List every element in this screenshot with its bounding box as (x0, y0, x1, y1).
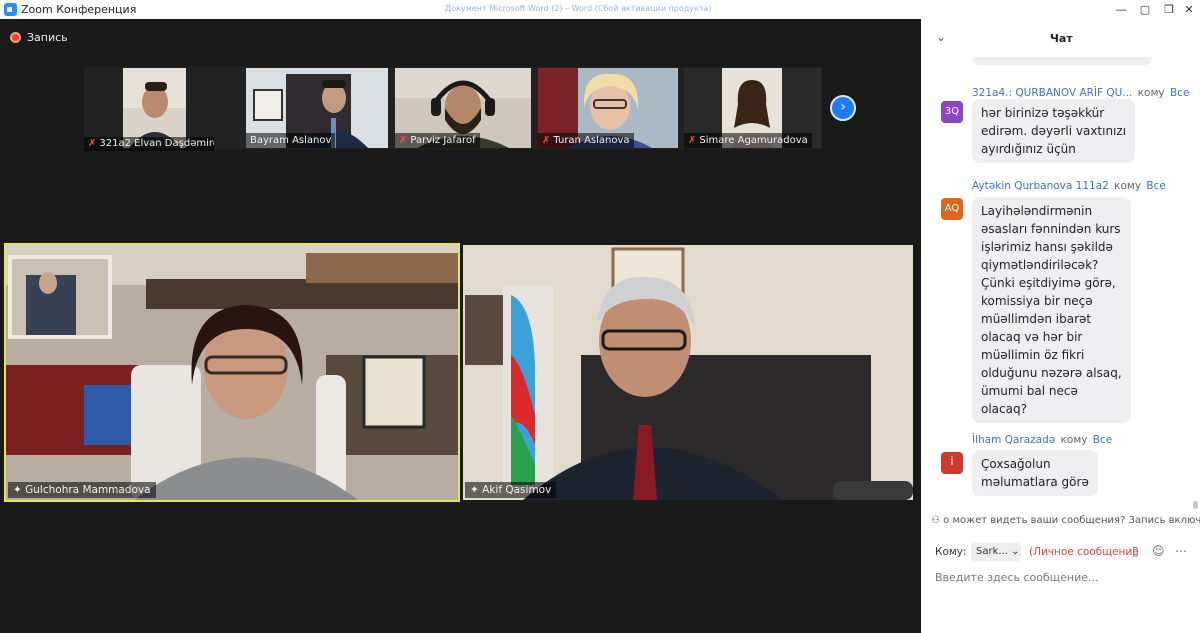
background-window-title: Документ Microsoft Word (2) – Word (Сбой… (445, 4, 712, 13)
private-message-label: (Личное сообщение (1029, 546, 1139, 558)
message-meta: 321a4.: QURBANOV ARİF QU... кому Все (972, 87, 1190, 99)
fullscreen-icon[interactable]: ▢ (1134, 0, 1156, 19)
more-options-icon[interactable]: ⋯ (1175, 544, 1187, 558)
thumbnail-name-tag: ✗ Parviz Jafarof (395, 133, 480, 148)
title-bar: Zoom Конференция Документ Microsoft Word… (0, 0, 1200, 19)
chat-bubble: Çoxsağolun məlumatlara görə (972, 450, 1098, 496)
next-page-button[interactable]: › (830, 95, 856, 121)
muted-mic-icon: ✗ (542, 135, 551, 146)
avatar: 3Q (941, 101, 963, 123)
chevron-down-icon[interactable]: ⌄ (936, 30, 946, 44)
emoji-icon[interactable]: ☺ (1152, 544, 1165, 558)
avatar: AQ (941, 198, 963, 220)
chat-message-input[interactable]: Введите здесь сообщение... (935, 571, 1099, 584)
participant-name-tag: ✦ Akif Qasimov (465, 482, 557, 498)
maximize-icon[interactable]: ❐ (1158, 0, 1180, 19)
recipient-name: Все (1092, 434, 1113, 446)
muted-mic-icon: ✗ (88, 138, 97, 149)
message-meta: İlham Qarazadə кому Все (972, 434, 1113, 446)
recipient-name: Все (1169, 87, 1190, 99)
muted-mic-icon: ✗ (399, 135, 408, 146)
zoom-app-icon (4, 3, 17, 16)
chat-bubble: hər birinizə təşəkkür edirəm. dəyərli va… (972, 99, 1136, 163)
participant-name-tag: ✦ Gulchohra Mammadova (8, 482, 156, 498)
sender-name: 321a4.: QURBANOV ARİF QU... (972, 87, 1133, 99)
chat-header: ⌄ Чат (921, 19, 1200, 57)
recipient-label: Кому: (935, 546, 967, 558)
participant-video (123, 68, 186, 148)
file-icon[interactable]: ▯ (1132, 544, 1139, 558)
recording-label: Запись (27, 31, 68, 44)
sender-name: Aytəkin Qurbanova 111a2 (972, 180, 1109, 192)
close-icon[interactable]: ✕ (1178, 0, 1200, 19)
thumbnail-name-tag: ✗ Simare Agamuradova (684, 133, 812, 148)
chat-bubble-partial (972, 57, 1152, 65)
thumbnail-name-tag: ✗ 321a2 Elvan Daşdəmirov (84, 137, 214, 151)
thumbnail-name-tag: ✗ Turan Aslanova (538, 133, 634, 148)
chat-title: Чат (1050, 32, 1073, 45)
video-thumbnail[interactable]: ✗ Turan Aslanova (538, 68, 678, 148)
pin-icon: ✦ (13, 484, 26, 496)
video-thumbnail[interactable]: Bayram Aslanov (246, 68, 388, 148)
recipient-name: Все (1146, 180, 1166, 192)
pin-icon: ✦ (470, 484, 483, 496)
recipient-dropdown[interactable]: Sark... ⌄ (971, 543, 1021, 561)
video-tile-active-speaker[interactable]: ✦ Gulchohra Mammadova (4, 243, 460, 502)
chat-panel: ⌄ Чат 321a4.: QURBANOV ARİF QU... кому В… (921, 19, 1200, 633)
video-thumbnail[interactable]: ✗ Parviz Jafarof (395, 68, 531, 148)
chat-scrollbar[interactable] (1193, 501, 1198, 509)
avatar: İ (941, 452, 963, 474)
chat-messages: 321a4.: QURBANOV ARİF QU... кому Все 3Q … (921, 57, 1200, 507)
message-meta: Aytəkin Qurbanova 111a2 кому Все (972, 180, 1166, 192)
chevron-right-icon: › (840, 99, 846, 115)
people-icon: ⚇ (931, 515, 944, 526)
sender-name: İlham Qarazadə (972, 434, 1056, 446)
video-thumbnail[interactable]: ✗ Simare Agamuradova (684, 68, 821, 148)
chevron-down-icon: ⌄ (1011, 546, 1020, 557)
muted-mic-icon: ✗ (688, 135, 697, 146)
video-thumbnail[interactable] (123, 68, 186, 148)
minimize-icon[interactable]: — (1110, 0, 1132, 19)
video-tile[interactable]: ✦ Akif Qasimov (463, 245, 913, 500)
video-stage: Запись ✗ 321a2 Elvan Daşdəmirov Bayram As… (0, 19, 921, 633)
recording-indicator[interactable]: Запись (10, 31, 68, 44)
chat-bubble: Layihələndirmənin əsasları fənnindən kur… (972, 197, 1131, 423)
thumbnail-name-tag: Bayram Aslanov (246, 133, 336, 148)
participant-video (463, 245, 913, 500)
window-title: Zoom Конференция (21, 3, 137, 16)
record-icon (10, 32, 21, 43)
chat-visibility-notice[interactable]: ⚇ о может видеть ваши сообщения? Запись … (931, 515, 1200, 526)
participant-video (6, 245, 458, 500)
